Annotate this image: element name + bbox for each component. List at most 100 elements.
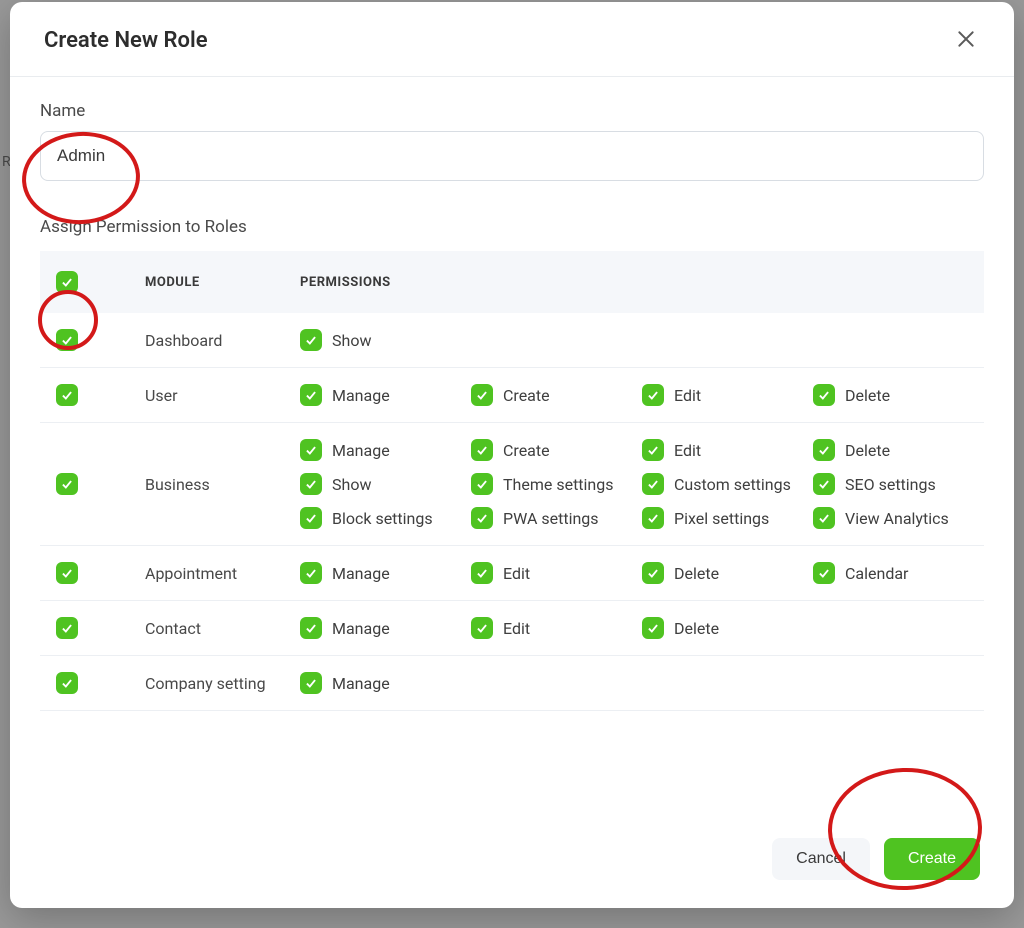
row-checkbox[interactable] (56, 672, 78, 694)
permission-checkbox[interactable] (813, 439, 835, 461)
assign-permission-label: Assign Permission to Roles (40, 217, 984, 237)
permission-item: Manage (300, 617, 461, 639)
permission-checkbox[interactable] (300, 384, 322, 406)
table-row: Contact Manage Edit Delete (40, 601, 984, 656)
row-checkbox[interactable] (56, 617, 78, 639)
row-checkbox[interactable] (56, 329, 78, 351)
permission-checkbox[interactable] (471, 439, 493, 461)
permission-item: Edit (642, 439, 803, 461)
permissions-cell: Manage Edit Delete (290, 601, 984, 656)
module-name: Business (135, 423, 290, 546)
module-header: MODULE (135, 251, 290, 313)
module-name: Company setting (135, 656, 290, 711)
permission-item: Edit (471, 617, 632, 639)
permission-item: Edit (642, 384, 803, 406)
permission-item: Show (300, 473, 461, 495)
permission-checkbox[interactable] (300, 562, 322, 584)
permission-label: Edit (674, 441, 701, 460)
permission-label: Delete (674, 564, 719, 583)
permission-label: View Analytics (845, 509, 949, 528)
permission-item: Delete (813, 384, 974, 406)
permission-label: Manage (332, 619, 390, 638)
permission-label: Theme settings (503, 475, 614, 494)
permission-label: SEO settings (845, 475, 936, 494)
cancel-button[interactable]: Cancel (772, 838, 870, 880)
permission-item: Create (471, 384, 632, 406)
permission-label: Delete (674, 619, 719, 638)
permission-checkbox[interactable] (813, 384, 835, 406)
permission-item: Calendar (813, 562, 974, 584)
permission-item: Manage (300, 672, 461, 694)
module-name: Appointment (135, 546, 290, 601)
permission-checkbox[interactable] (300, 507, 322, 529)
permission-item: Manage (300, 439, 461, 461)
table-row: User Manage Create Edit Delete (40, 368, 984, 423)
permission-checkbox[interactable] (300, 672, 322, 694)
name-label: Name (40, 101, 984, 121)
permission-label: Manage (332, 674, 390, 693)
table-row: Dashboard Show (40, 313, 984, 368)
role-name-input[interactable] (40, 131, 984, 181)
permission-label: Edit (503, 619, 530, 638)
close-button[interactable] (952, 26, 980, 54)
permission-checkbox[interactable] (642, 384, 664, 406)
permission-item: Delete (642, 562, 803, 584)
permission-checkbox[interactable] (300, 439, 322, 461)
select-all-checkbox[interactable] (56, 271, 78, 293)
permission-label: Edit (674, 386, 701, 405)
permission-item: Edit (471, 562, 632, 584)
permission-checkbox[interactable] (471, 617, 493, 639)
permission-label: Block settings (332, 509, 433, 528)
permission-checkbox[interactable] (471, 384, 493, 406)
permission-item: SEO settings (813, 473, 974, 495)
permission-item: PWA settings (471, 507, 632, 529)
permission-label: Edit (503, 564, 530, 583)
permissions-cell: Manage (290, 656, 984, 711)
permission-checkbox[interactable] (642, 507, 664, 529)
permission-checkbox[interactable] (642, 439, 664, 461)
permission-item: Theme settings (471, 473, 632, 495)
create-button[interactable]: Create (884, 838, 980, 880)
permission-item: Manage (300, 562, 461, 584)
modal-footer: Cancel Create (10, 818, 1014, 908)
permissions-table: MODULE PERMISSIONS DashboardShowUserMana… (40, 251, 984, 711)
permission-checkbox[interactable] (471, 507, 493, 529)
permission-label: PWA settings (503, 509, 599, 528)
permission-label: Custom settings (674, 475, 791, 494)
permissions-cell: Manage Edit Delete Calendar (290, 546, 984, 601)
permission-checkbox[interactable] (300, 473, 322, 495)
modal-body: Name Assign Permission to Roles MODULE P… (10, 77, 1014, 818)
row-checkbox[interactable] (56, 562, 78, 584)
module-name: User (135, 368, 290, 423)
permission-checkbox[interactable] (300, 329, 322, 351)
permission-item: Show (300, 329, 461, 351)
permission-label: Manage (332, 564, 390, 583)
table-row: Appointment Manage Edit Delete Calendar (40, 546, 984, 601)
permission-label: Manage (332, 441, 390, 460)
permission-label: Calendar (845, 564, 908, 583)
permission-checkbox[interactable] (813, 473, 835, 495)
permission-item: Delete (813, 439, 974, 461)
permission-item: Manage (300, 384, 461, 406)
table-row: Company setting Manage (40, 656, 984, 711)
permission-label: Show (332, 331, 371, 350)
permission-item: Block settings (300, 507, 461, 529)
permission-item: Create (471, 439, 632, 461)
permission-checkbox[interactable] (813, 562, 835, 584)
module-name: Dashboard (135, 313, 290, 368)
permission-checkbox[interactable] (642, 617, 664, 639)
permission-checkbox[interactable] (300, 617, 322, 639)
modal-title: Create New Role (44, 28, 208, 53)
permission-label: Create (503, 386, 550, 405)
permission-checkbox[interactable] (642, 562, 664, 584)
permission-checkbox[interactable] (471, 562, 493, 584)
permission-item: Delete (642, 617, 803, 639)
permission-label: Show (332, 475, 371, 494)
row-checkbox[interactable] (56, 384, 78, 406)
close-icon (956, 29, 976, 52)
permission-checkbox[interactable] (813, 507, 835, 529)
permission-checkbox[interactable] (471, 473, 493, 495)
row-checkbox[interactable] (56, 473, 78, 495)
permission-checkbox[interactable] (642, 473, 664, 495)
module-name: Contact (135, 601, 290, 656)
